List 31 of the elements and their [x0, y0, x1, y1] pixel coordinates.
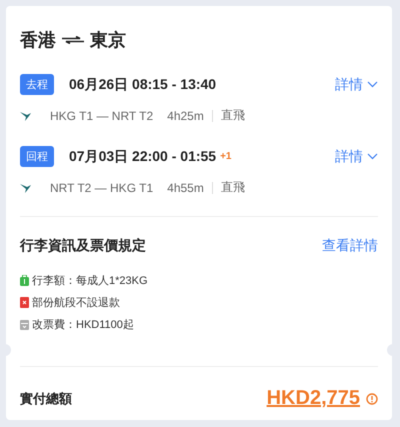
route: NRT T2 — HKG T1 — [50, 180, 154, 194]
suitcase-icon — [20, 275, 29, 286]
refund-icon — [20, 297, 29, 308]
plane-icon — [20, 110, 32, 120]
chevron-down-icon — [367, 81, 378, 88]
details-button[interactable]: 詳情 — [335, 76, 378, 94]
ticket-icon — [20, 319, 29, 330]
chevron-down-icon — [367, 153, 378, 160]
total-amount[interactable]: HKD2,775 — [266, 387, 360, 410]
route: HKG T1 — NRT T2 — [50, 108, 154, 122]
duration: 4h25m — [167, 108, 204, 122]
policy-heading: 行李資訊及票價規定 — [20, 237, 146, 255]
view-details-link[interactable]: 查看詳情 — [322, 237, 378, 255]
flight-time: 07月03日 22:00 - 01:55 — [69, 148, 216, 166]
destination-city: 東京 — [90, 29, 126, 52]
day-offset: +1 — [220, 151, 232, 162]
rule-text: 部份航段不設退款 — [32, 296, 120, 310]
plane-icon — [20, 182, 32, 192]
origin-city: 香港 — [20, 29, 56, 52]
stops: 直飛 — [220, 179, 245, 196]
total-label: 實付總額 — [20, 390, 72, 408]
trip-tag: 回程 — [20, 146, 54, 167]
rule-text: 改票費：HKD1100起 — [32, 318, 134, 332]
rule-text: 行李額：每成人1*23KG — [32, 274, 148, 288]
details-button[interactable]: 詳情 — [335, 148, 378, 166]
duration: 4h55m — [167, 180, 204, 194]
trip-tag: 去程 — [20, 74, 54, 95]
flight-time: 06月26日 08:15 - 13:40 — [69, 76, 216, 94]
info-icon[interactable] — [366, 392, 378, 404]
stops: 直飛 — [220, 107, 245, 124]
round-trip-icon — [62, 36, 84, 44]
